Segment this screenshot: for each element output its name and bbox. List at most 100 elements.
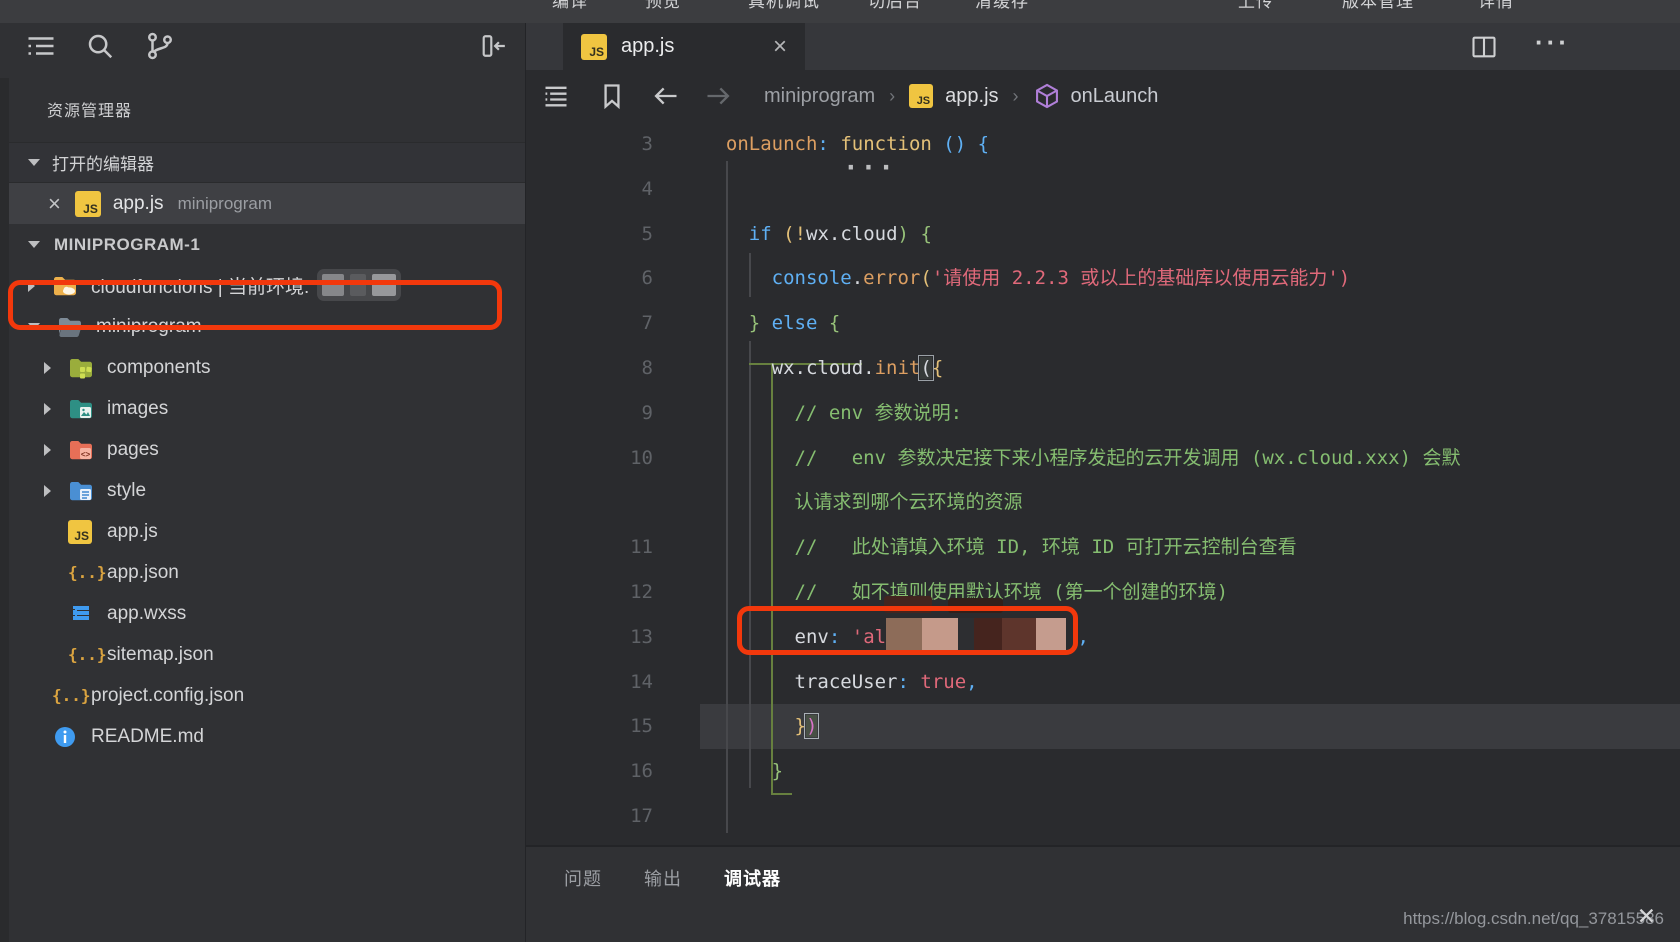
code-line[interactable]: 9 // env 参数说明:	[526, 391, 1680, 436]
breadcrumb-symbol[interactable]: onLaunch	[1071, 85, 1159, 108]
menu-item[interactable]: 预览	[645, 0, 681, 12]
code-line[interactable]: 3 onLaunch: function () {	[526, 122, 1680, 167]
tree-item-miniprogram[interactable]: miniprogram	[0, 306, 525, 347]
activity-bar-strip	[0, 78, 9, 942]
sidebar-editor-divider[interactable]	[525, 23, 526, 942]
line-number: 10	[526, 436, 653, 481]
code-line[interactable]: 15 })	[526, 704, 1680, 749]
menu-item[interactable]: 真机调试	[748, 0, 820, 12]
open-file-folder: miniprogram	[178, 194, 272, 214]
tree-item-style[interactable]: style	[0, 470, 525, 511]
open-editors-list-icon[interactable]	[26, 31, 56, 61]
tree-item-pages[interactable]: <> pages	[0, 429, 525, 470]
tree-item-label: style	[107, 480, 146, 502]
code-line[interactable]: 8 wx.cloud.init({	[526, 346, 1680, 391]
tree-item-label: app.js	[107, 521, 158, 543]
code-editor[interactable]: ··· 3 onLaunch: function () {45 if (!wx.…	[526, 122, 1680, 845]
code-line[interactable]: 认请求到哪个云环境的资源	[526, 480, 1680, 525]
tree-item-project.config.json[interactable]: {..}project.config.json	[0, 675, 525, 716]
menu-item[interactable]: 清缓存	[975, 0, 1029, 12]
redaction-smudge	[948, 598, 1003, 613]
bookmark-icon[interactable]	[598, 82, 626, 110]
project-root-header[interactable]: MINIPROGRAM-1	[0, 224, 525, 265]
folder-components-icon	[68, 355, 94, 381]
tree-item-app.json[interactable]: {..}app.json	[0, 552, 525, 593]
line-number: 9	[526, 391, 653, 436]
explorer-sidebar: 资源管理器 打开的编辑器 × JS app.js miniprogram MIN…	[0, 23, 525, 942]
line-number: 17	[526, 794, 653, 839]
outline-list-icon[interactable]	[542, 82, 570, 110]
more-actions-icon[interactable]: ···	[1535, 27, 1570, 58]
tab-appjs[interactable]: JS app.js ×	[563, 23, 805, 70]
menu-item[interactable]: 版本管理	[1342, 0, 1414, 12]
split-editor-icon[interactable]	[1470, 33, 1498, 61]
menu-item[interactable]: 详情	[1478, 0, 1514, 12]
line-number: 4	[526, 167, 653, 212]
breadcrumb-folder[interactable]: miniprogram	[764, 85, 875, 108]
git-branch-icon[interactable]	[145, 31, 175, 61]
nav-back-icon[interactable]	[652, 82, 680, 110]
tree-item-app.js[interactable]: JSapp.js	[0, 511, 525, 552]
chevron-down-icon	[28, 159, 40, 166]
code-line[interactable]: 7 } else {	[526, 301, 1680, 346]
panel-tab-active[interactable]: 调试器	[724, 865, 781, 891]
tree-item-label: images	[107, 398, 168, 420]
chevron-right-icon	[44, 403, 51, 415]
breadcrumb-file[interactable]: app.js	[945, 85, 998, 108]
code-line[interactable]: 14 traceUser: true,	[526, 660, 1680, 705]
tree-item-images[interactable]: images	[0, 388, 525, 429]
tree-item-components[interactable]: components	[0, 347, 525, 388]
search-icon[interactable]	[85, 31, 115, 61]
sidebar-bottom-area	[0, 845, 526, 942]
tree-item-README.md[interactable]: README.md	[0, 716, 525, 757]
line-number: 14	[526, 660, 653, 705]
symbol-cube-icon	[1033, 82, 1061, 110]
nav-forward-icon[interactable]	[704, 82, 732, 110]
folder-cloud-icon	[52, 273, 78, 299]
menu-item[interactable]: 编译	[552, 0, 588, 12]
tab-close-icon[interactable]: ×	[773, 33, 787, 61]
tree-item-label: pages	[107, 439, 159, 461]
tree-item-app.wxss[interactable]: app.wxss	[0, 593, 525, 634]
chevron-right-icon	[28, 280, 35, 292]
code-line[interactable]: 11 // 此处请填入环境 ID, 环境 ID 可打开云控制台查看	[526, 525, 1680, 570]
js-file-icon: JS	[75, 191, 101, 217]
menu-item[interactable]: 上传	[1238, 0, 1274, 12]
tree-item-label: app.wxss	[107, 603, 186, 625]
panel-tab-[interactable]: 问题	[564, 865, 602, 891]
fold-ellipsis[interactable]: ···	[843, 153, 896, 183]
code-line[interactable]: 12 // 如不填则使用默认环境 (第一个创建的环境)	[526, 570, 1680, 615]
chevron-right-icon	[44, 444, 51, 456]
file-tree: cloudfunctions | 当前环境:miniprogramcompone…	[0, 265, 525, 757]
breadcrumb-separator: ›	[1013, 86, 1019, 107]
folder-open-icon	[57, 314, 83, 340]
code-line[interactable]: 4	[526, 167, 1680, 212]
watermark-close-icon[interactable]: ✕	[1637, 903, 1656, 930]
close-icon[interactable]: ×	[48, 194, 61, 214]
code-line[interactable]: 5 if (!wx.cloud) {	[526, 212, 1680, 257]
tree-item-sitemap.json[interactable]: {..}sitemap.json	[0, 634, 525, 675]
line-number: 6	[526, 256, 653, 301]
code-line[interactable]: 10 // env 参数决定接下来小程序发起的云开发调用 (wx.cloud.x…	[526, 436, 1680, 481]
line-number: 11	[526, 525, 653, 570]
collapse-sidebar-icon[interactable]	[481, 33, 507, 59]
panel-tabs: 问题 输出 调试器	[564, 865, 781, 891]
code-line[interactable]: 16 }	[526, 749, 1680, 794]
chevron-down-icon	[28, 323, 40, 330]
chevron-right-icon	[44, 485, 51, 497]
tree-item-cloudfunctions[interactable]: cloudfunctions | 当前环境:	[0, 265, 525, 306]
code-line[interactable]: 6 console.error('请使用 2.2.3 或以上的基础库以使用云能力…	[526, 256, 1680, 301]
chevron-down-icon	[28, 241, 40, 248]
redaction-smudge	[884, 596, 932, 613]
editor-tabstrip: JS app.js × ···	[526, 23, 1680, 70]
open-editor-item-appjs[interactable]: × JS app.js miniprogram	[0, 183, 525, 224]
info-icon	[52, 724, 78, 750]
tab-label: app.js	[621, 35, 674, 58]
open-editors-header[interactable]: 打开的编辑器	[0, 142, 525, 183]
svg-text:<>: <>	[81, 450, 91, 459]
watermark-url: https://blog.csdn.net/qq_37815586	[1403, 909, 1664, 929]
menu-item[interactable]: 切后台	[868, 0, 922, 12]
panel-tab-[interactable]: 输出	[644, 865, 682, 891]
code-line[interactable]: 13 env: 'al ,	[526, 615, 1680, 660]
code-line[interactable]: 17	[526, 794, 1680, 839]
